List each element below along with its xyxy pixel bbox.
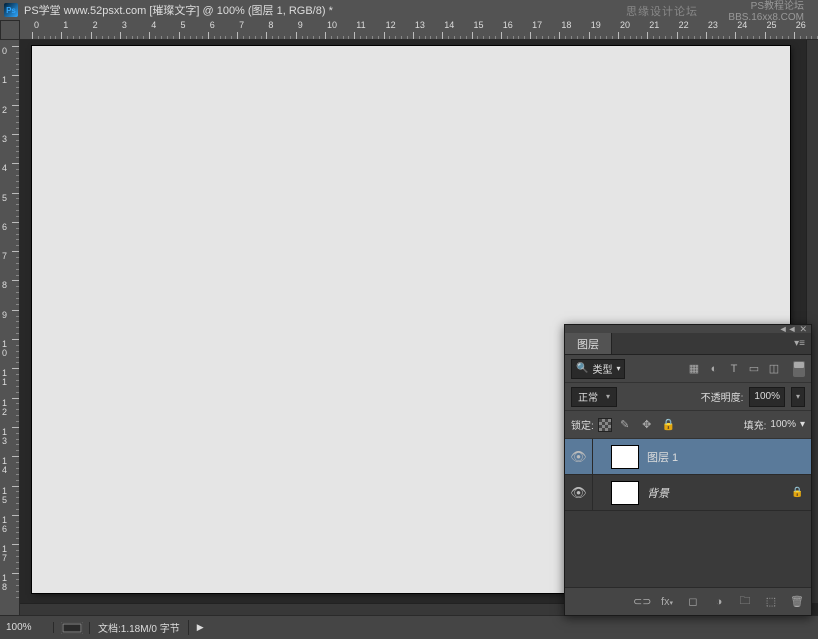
opacity-slider-icon[interactable]: ▾ <box>791 387 805 407</box>
layer-item[interactable]: 👁 背景🔒 <box>565 475 811 511</box>
search-icon: 🔍 <box>576 363 588 374</box>
filter-type-dropdown[interactable]: 🔍 类型 ▾ <box>571 359 625 379</box>
layer-item[interactable]: 👁 图层 1 <box>565 439 811 475</box>
blend-mode-dropdown[interactable]: 正常 ▾ <box>571 387 617 407</box>
opacity-label: 不透明度: <box>701 389 744 404</box>
lock-transparency-icon[interactable] <box>598 418 612 432</box>
fill-slider-icon[interactable]: ▾ <box>800 419 805 430</box>
layer-name[interactable]: 背景 <box>647 485 791 501</box>
collapse-icon[interactable]: ◄◄ <box>779 324 797 334</box>
ruler-origin[interactable] <box>0 20 20 40</box>
lock-pixels-icon[interactable]: ✎ <box>616 416 634 434</box>
filter-pixel-icon[interactable]: ▦ <box>685 360 703 378</box>
filter-type-icon[interactable]: T <box>725 360 743 378</box>
panel-controls: ◄◄ ✕ <box>565 325 811 333</box>
fill-value[interactable]: 100% <box>770 419 796 430</box>
layer-list-empty[interactable] <box>565 511 811 587</box>
info-arrow-icon[interactable]: ▶ <box>189 622 212 633</box>
lock-label: 锁定: <box>571 417 594 432</box>
watermark-site: PS教程论坛 BBS.16xx8.COM <box>728 1 804 23</box>
panel-menu-icon[interactable]: ▾≡ <box>788 338 811 349</box>
zoom-level[interactable]: 100% <box>0 622 54 633</box>
layer-name[interactable]: 图层 1 <box>647 449 811 465</box>
watermark-forum: 思缘设计论坛 <box>626 3 698 19</box>
panel-tabs: 图层 ▾≡ <box>565 333 811 355</box>
lock-row: 锁定: ✎ ✥ 🔒 填充: 100% ▾ <box>565 411 811 439</box>
link-layers-icon[interactable]: ⊂⊃ <box>633 595 649 608</box>
adjustment-layer-icon[interactable]: ◑ <box>711 596 727 608</box>
fill-label: 填充: <box>744 417 767 432</box>
panel-footer: ⊂⊃ fx▾ ◻ ◑ 🗀 ⬚ 🗑 <box>565 587 811 615</box>
layer-mask-icon[interactable]: ◻ <box>685 595 701 608</box>
layer-thumbnail[interactable] <box>611 445 639 469</box>
layers-panel: ◄◄ ✕ 图层 ▾≡ 🔍 类型 ▾ ▦ ◐ T ▭ ◫ 正常 ▾ 不透明度: 1… <box>564 324 812 616</box>
tab-layers[interactable]: 图层 <box>565 333 612 354</box>
ruler-horizontal[interactable]: 0123456789101112131415161718192021222324… <box>20 20 818 40</box>
layer-effects-icon[interactable]: fx▾ <box>659 596 675 608</box>
chevron-down-icon: ▾ <box>616 364 620 373</box>
visibility-icon[interactable]: 👁 <box>565 475 593 510</box>
chevron-down-icon: ▾ <box>606 392 610 401</box>
new-layer-icon[interactable]: ⬚ <box>763 595 779 608</box>
layer-filter-row: 🔍 类型 ▾ ▦ ◐ T ▭ ◫ <box>565 355 811 383</box>
opacity-value[interactable]: 100% <box>749 387 785 407</box>
filter-toggle[interactable] <box>793 361 805 377</box>
ruler-vertical[interactable]: 0123456789101112131415161718 <box>0 40 20 615</box>
layer-thumbnail[interactable] <box>611 481 639 505</box>
document-info[interactable]: 文档:1.18M/0 字节 <box>90 620 189 635</box>
close-icon[interactable]: ✕ <box>799 324 807 335</box>
layer-group-icon[interactable]: 🗀 <box>737 592 753 611</box>
photoshop-icon: Ps <box>4 3 18 17</box>
lock-icon: 🔒 <box>791 487 811 498</box>
statusbar: 100% 文档:1.18M/0 字节 ▶ <box>0 615 818 639</box>
document-title: PS学堂 www.52psxt.com [璀璨文字] @ 100% (图层 1,… <box>24 2 333 18</box>
lock-all-icon[interactable]: 🔒 <box>660 416 678 434</box>
layer-list: 👁 图层 1 👁 背景🔒 <box>565 439 811 511</box>
delete-layer-icon[interactable]: 🗑 <box>789 595 805 608</box>
lock-position-icon[interactable]: ✥ <box>638 416 656 434</box>
preview-icon[interactable] <box>54 622 90 634</box>
blend-mode-row: 正常 ▾ 不透明度: 100% ▾ <box>565 383 811 411</box>
filter-adjustment-icon[interactable]: ◐ <box>705 360 723 378</box>
filter-shape-icon[interactable]: ▭ <box>745 360 763 378</box>
filter-smart-icon[interactable]: ◫ <box>765 360 783 378</box>
visibility-icon[interactable]: 👁 <box>565 439 593 474</box>
